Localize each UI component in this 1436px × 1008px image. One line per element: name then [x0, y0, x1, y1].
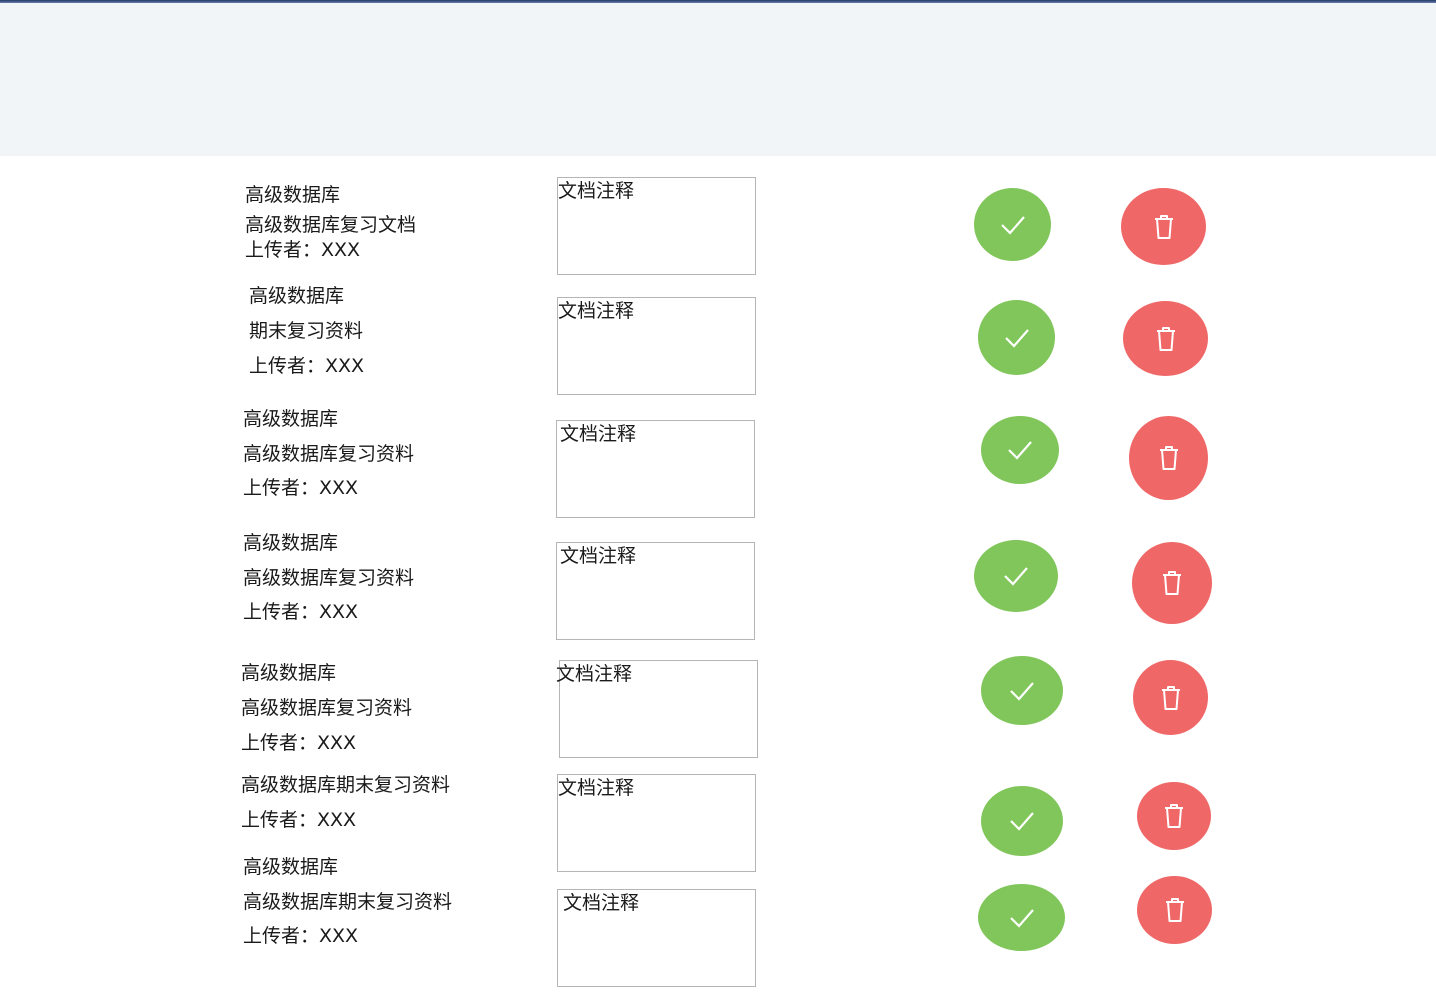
check-icon	[1010, 681, 1034, 701]
note-label: 文档注释	[563, 892, 640, 914]
note-label: 文档注释	[558, 777, 635, 799]
document-course: 高级数据库	[243, 408, 339, 430]
document-uploader: 上传者：XXX	[243, 477, 359, 499]
document-course: 高级数据库	[241, 662, 337, 684]
trash-icon	[1161, 685, 1180, 710]
document-course: 高级数据库	[243, 856, 339, 878]
document-uploader: 上传者：XXX	[241, 732, 357, 754]
document-course: 高级数据库	[243, 532, 339, 554]
trash-icon	[1165, 804, 1183, 828]
check-icon	[1004, 567, 1028, 586]
approve-button[interactable]	[981, 416, 1059, 484]
document-title: 高级数据库复习资料	[241, 697, 413, 719]
document-title: 高级数据库复习资料	[243, 443, 415, 465]
check-icon	[1000, 215, 1025, 235]
note-label: 文档注释	[558, 180, 635, 202]
note-label: 文档注释	[556, 663, 633, 685]
delete-button[interactable]	[1132, 542, 1212, 624]
document-title: 高级数据库复习文档	[245, 214, 417, 236]
document-title: 高级数据库期末复习资料	[243, 891, 453, 913]
delete-button[interactable]	[1137, 782, 1211, 850]
trash-icon	[1154, 214, 1173, 239]
check-icon	[1004, 328, 1029, 348]
note-field[interactable]: 文档注释	[557, 774, 756, 872]
note-label: 文档注释	[560, 545, 637, 567]
header-band	[0, 3, 1436, 156]
approve-button[interactable]	[978, 300, 1055, 375]
document-uploader: 上传者：XXX	[243, 601, 359, 623]
trash-icon	[1159, 446, 1178, 470]
delete-button[interactable]	[1123, 301, 1208, 376]
note-label: 文档注释	[560, 423, 637, 445]
check-icon	[1009, 908, 1034, 928]
trash-icon	[1165, 898, 1184, 922]
delete-button[interactable]	[1133, 660, 1208, 735]
note-label: 文档注释	[558, 300, 635, 322]
approve-button[interactable]	[978, 884, 1065, 951]
document-title: 高级数据库期末复习资料	[241, 774, 451, 796]
approve-button[interactable]	[974, 540, 1058, 612]
check-icon	[1008, 441, 1032, 460]
note-field[interactable]: 文档注释	[556, 420, 755, 518]
approve-button[interactable]	[974, 188, 1051, 261]
document-uploader: 上传者：XXX	[245, 239, 361, 261]
note-field[interactable]: 文档注释	[556, 660, 758, 758]
delete-button[interactable]	[1137, 876, 1212, 944]
delete-button[interactable]	[1121, 188, 1206, 265]
document-uploader: 上传者：XXX	[243, 925, 359, 947]
document-course: 高级数据库	[249, 285, 345, 307]
document-course: 高级数据库	[245, 184, 341, 206]
trash-icon	[1156, 326, 1175, 351]
approve-button[interactable]	[981, 786, 1063, 856]
delete-button[interactable]	[1129, 416, 1208, 500]
note-field[interactable]: 文档注释	[557, 297, 756, 395]
check-icon	[1010, 812, 1034, 831]
note-field[interactable]: 文档注释	[556, 542, 755, 640]
document-title: 期末复习资料	[249, 320, 364, 342]
note-field[interactable]: 文档注释	[557, 177, 756, 275]
approve-button[interactable]	[981, 656, 1063, 725]
document-title: 高级数据库复习资料	[243, 567, 415, 589]
document-uploader: 上传者：XXX	[249, 355, 365, 377]
trash-icon	[1163, 571, 1181, 595]
document-uploader: 上传者：XXX	[241, 809, 357, 831]
note-field[interactable]: 文档注释	[557, 889, 756, 987]
